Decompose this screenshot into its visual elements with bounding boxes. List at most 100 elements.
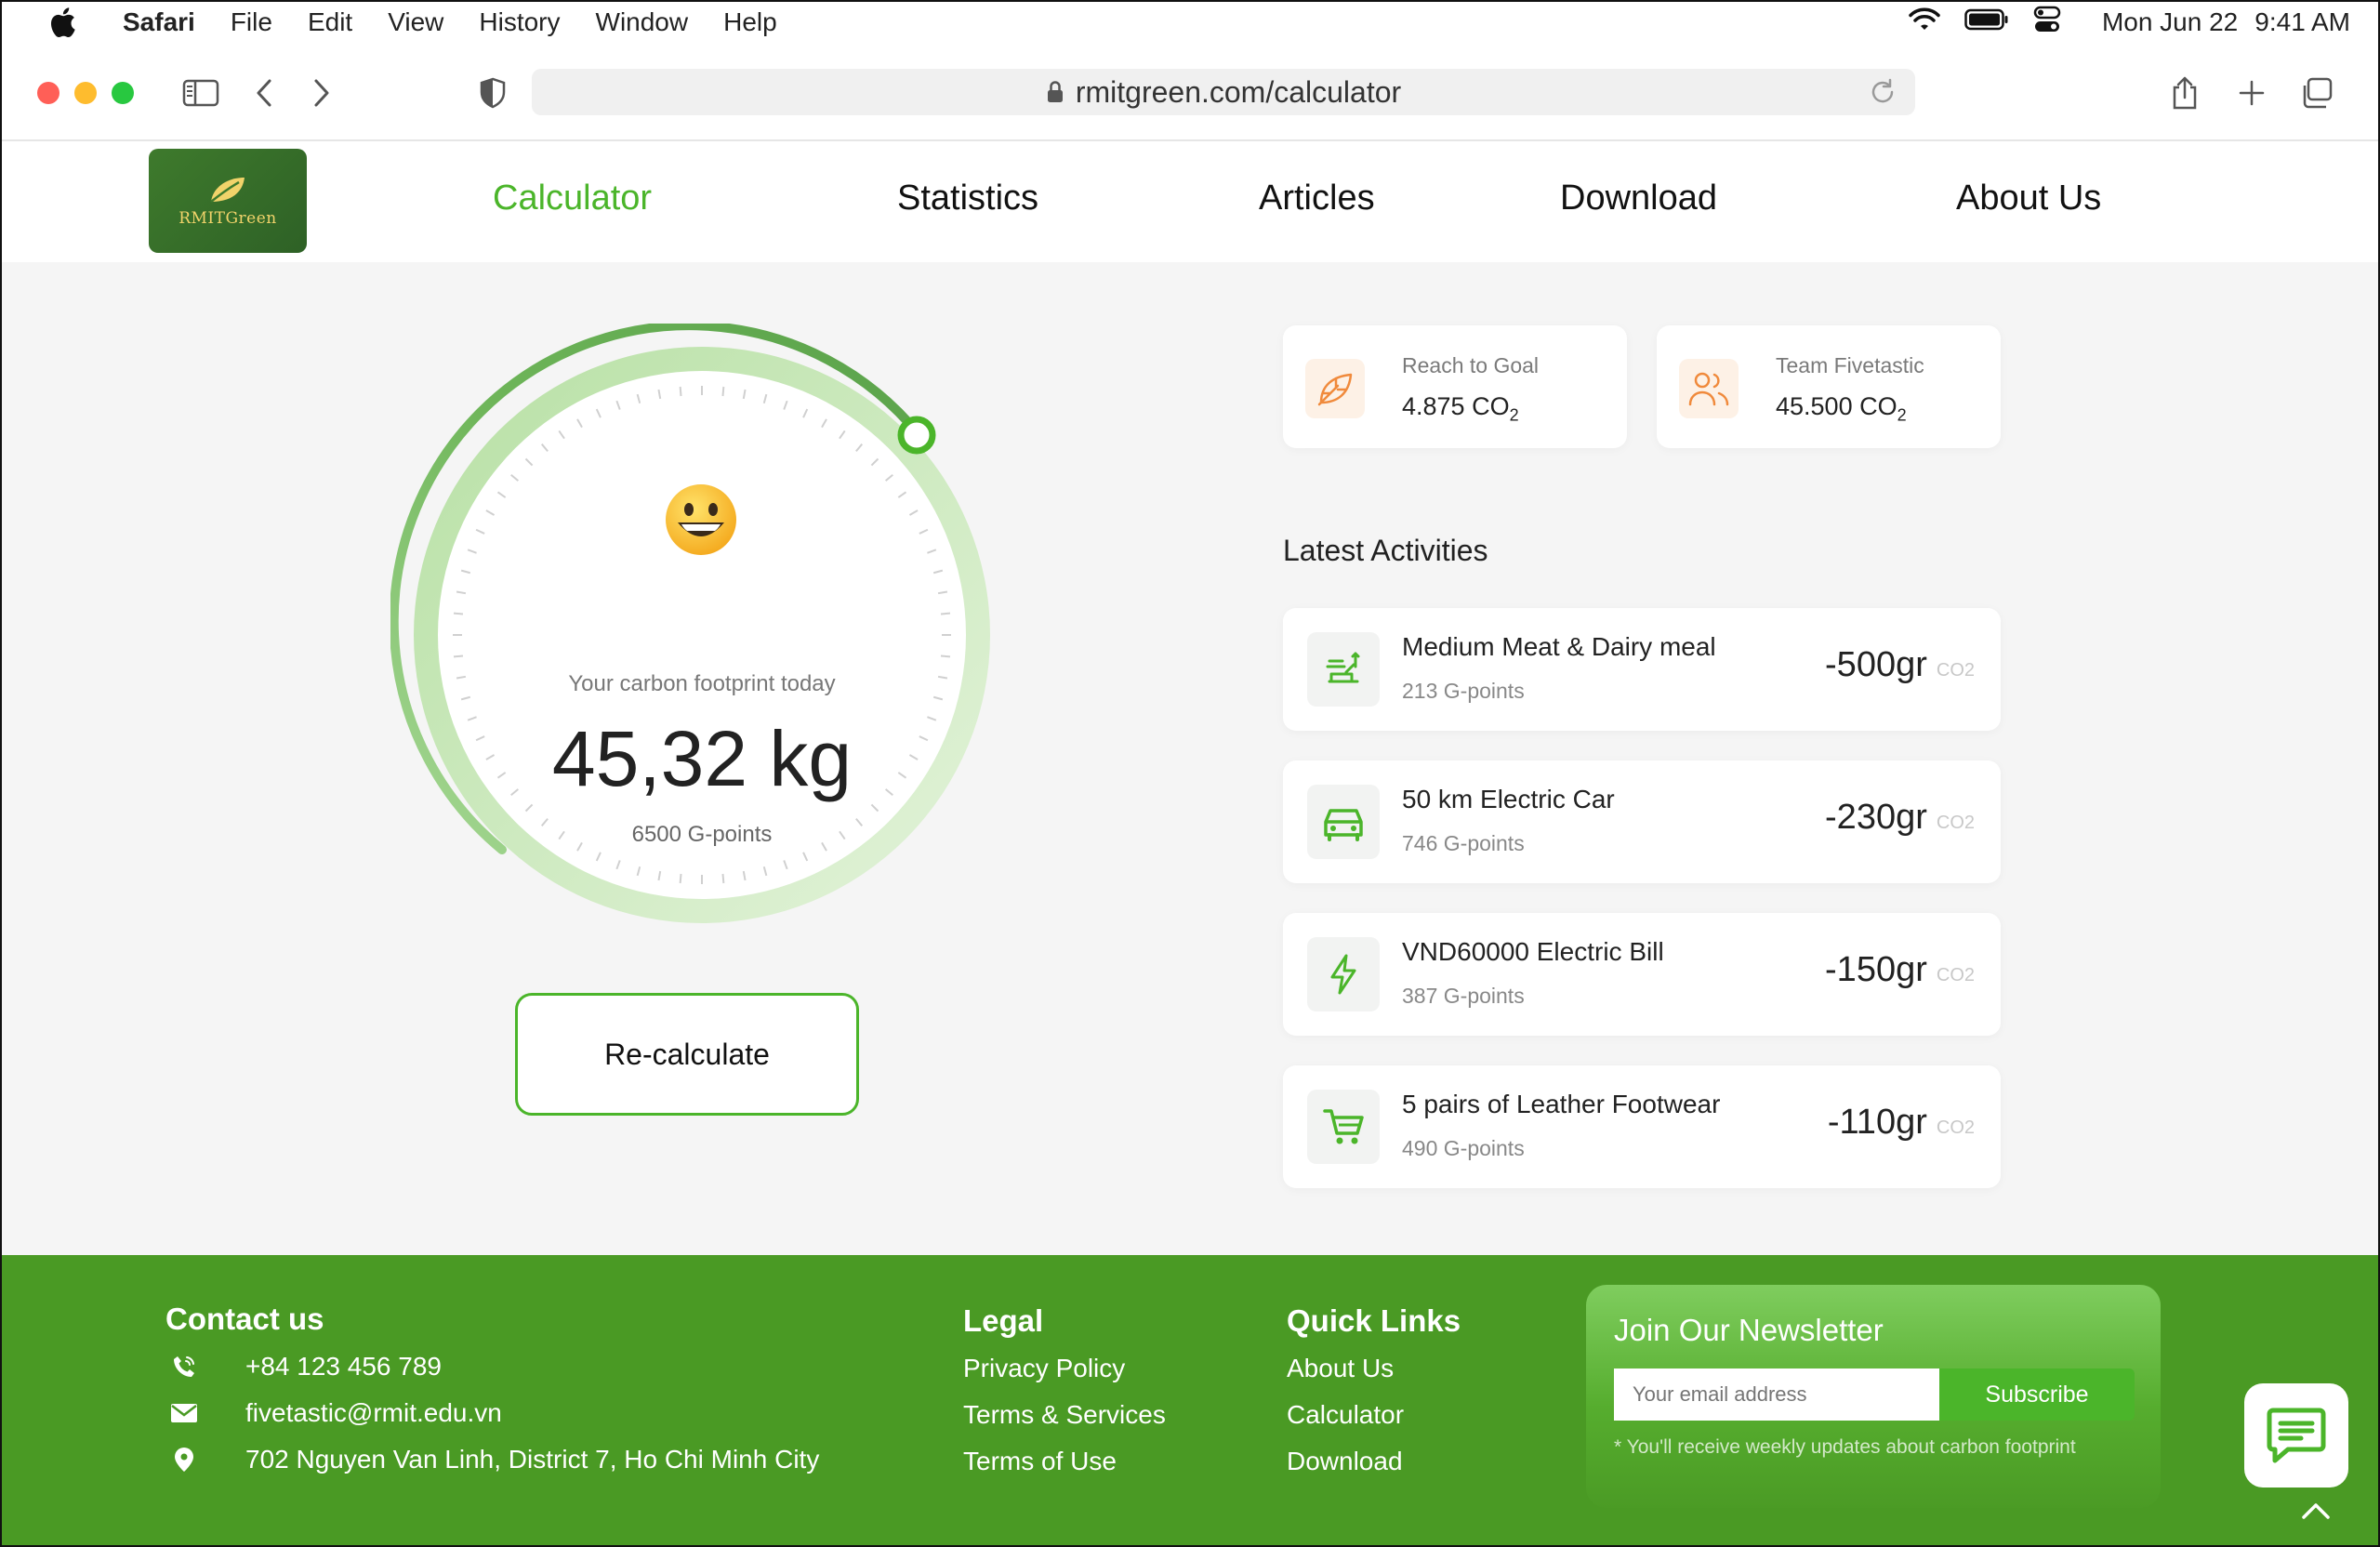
cart-icon	[1307, 1090, 1380, 1164]
activity-amount: -150gr CO2	[1825, 950, 1975, 989]
activity-item[interactable]: VND60000 Electric Bill 387 G-points -150…	[1283, 913, 2001, 1036]
activity-amount: -500gr CO2	[1825, 645, 1975, 684]
share-icon[interactable]	[2164, 73, 2205, 113]
contact-phone[interactable]: +84 123 456 789	[165, 1352, 442, 1382]
control-center-icon[interactable]	[2033, 6, 2061, 40]
menubar-time[interactable]: 9:41 AM	[2254, 7, 2350, 37]
stat-card-team: Team Fivetastic 45.500 CO2	[1657, 325, 2001, 448]
activity-name: VND60000 Electric Bill	[1402, 937, 1664, 966]
rmitgreen-logo[interactable]: RMITGreen	[149, 149, 307, 253]
newsletter-note: * You'll receive weekly updates about ca…	[1614, 1436, 2076, 1458]
minimize-window-button[interactable]	[74, 82, 97, 104]
food-icon	[1307, 632, 1380, 707]
phone-icon	[165, 1355, 203, 1379]
footprint-value: 45,32 kg	[551, 715, 853, 802]
privacy-shield-icon[interactable]	[472, 73, 513, 113]
site-header: RMITGreen Calculator Statistics Articles…	[0, 141, 2380, 262]
stat-value: 45.500 CO2	[1776, 392, 1907, 425]
sidebar-toggle-icon[interactable]	[180, 73, 221, 113]
link-privacy-policy[interactable]: Privacy Policy	[963, 1354, 1125, 1383]
leaf-icon	[1305, 359, 1365, 418]
legal-title: Legal	[963, 1303, 1044, 1338]
apple-icon[interactable]	[48, 7, 86, 38]
activity-item[interactable]: 5 pairs of Leather Footwear 490 G-points…	[1283, 1065, 2001, 1188]
nav-about-us[interactable]: About Us	[1956, 178, 2101, 218]
email-text: fivetastic@rmit.edu.vn	[245, 1398, 502, 1427]
activity-points: 490 G-points	[1402, 1136, 1525, 1160]
lightning-icon	[1307, 937, 1380, 1012]
activity-item[interactable]: Medium Meat & Dairy meal 213 G-points -5…	[1283, 608, 2001, 731]
activity-name: 50 km Electric Car	[1402, 785, 1615, 813]
newsletter-email-input[interactable]	[1614, 1368, 1939, 1421]
smiley-icon	[666, 484, 736, 555]
address-text: 702 Nguyen Van Linh, District 7, Ho Chi …	[245, 1445, 820, 1474]
browser-toolbar: rmitgreen.com/calculator	[0, 45, 2380, 141]
chat-button[interactable]	[2244, 1383, 2348, 1488]
nav-calculator[interactable]: Calculator	[493, 178, 652, 218]
newsletter-title: Join Our Newsletter	[1614, 1313, 1884, 1347]
footprint-summary: Your carbon footprint today 45,32 kg 650…	[390, 324, 1013, 946]
new-tab-icon[interactable]	[2231, 73, 2272, 113]
wifi-icon[interactable]	[1909, 7, 1940, 38]
latest-activities-title: Latest Activities	[1283, 534, 1488, 567]
activity-amount: -110gr CO2	[1827, 1103, 1975, 1142]
nav-download[interactable]: Download	[1560, 178, 1717, 218]
forward-icon[interactable]	[301, 73, 342, 113]
menu-app-safari[interactable]: Safari	[123, 7, 195, 37]
nav-articles[interactable]: Articles	[1259, 178, 1375, 218]
nav-statistics[interactable]: Statistics	[897, 178, 1038, 218]
contact-address: 702 Nguyen Van Linh, District 7, Ho Chi …	[165, 1445, 819, 1474]
contact-title: Contact us	[165, 1302, 324, 1336]
chat-icon	[2267, 1408, 2326, 1463]
phone-text: +84 123 456 789	[245, 1352, 442, 1381]
menu-help[interactable]: Help	[723, 7, 777, 37]
menu-window[interactable]: Window	[596, 7, 689, 37]
contact-email[interactable]: fivetastic@rmit.edu.vn	[165, 1398, 502, 1428]
subscribe-button[interactable]: Subscribe	[1939, 1368, 2135, 1421]
zoom-window-button[interactable]	[112, 82, 134, 104]
activity-points: 387 G-points	[1402, 984, 1525, 1008]
car-icon	[1307, 785, 1380, 859]
link-terms-services[interactable]: Terms & Services	[963, 1400, 1166, 1430]
recalculate-button[interactable]: Re-calculate	[515, 993, 859, 1116]
leaf-logo-icon	[210, 178, 245, 203]
close-window-button[interactable]	[37, 82, 60, 104]
activity-points: 746 G-points	[1402, 831, 1525, 855]
link-about-us[interactable]: About Us	[1287, 1354, 1394, 1383]
location-pin-icon	[165, 1447, 203, 1473]
lock-icon	[1046, 80, 1064, 104]
reload-icon[interactable]	[1867, 76, 1898, 115]
users-icon	[1679, 359, 1739, 418]
battery-icon[interactable]	[1964, 7, 2009, 37]
main-content: Your carbon footprint today 45,32 kg 650…	[0, 262, 2380, 1255]
menu-edit[interactable]: Edit	[308, 7, 352, 37]
window-controls	[37, 82, 134, 104]
link-terms-of-use[interactable]: Terms of Use	[963, 1447, 1117, 1476]
stat-value: 4.875 CO2	[1402, 392, 1519, 425]
newsletter-box: Join Our Newsletter Subscribe * You'll r…	[1586, 1285, 2161, 1508]
footprint-label: Your carbon footprint today	[568, 671, 836, 696]
activity-item[interactable]: 50 km Electric Car 746 G-points -230gr CO…	[1283, 760, 2001, 883]
tab-overview-icon[interactable]	[2296, 73, 2337, 113]
address-bar[interactable]: rmitgreen.com/calculator	[532, 69, 1915, 115]
activity-name: 5 pairs of Leather Footwear	[1402, 1090, 1721, 1118]
stat-label: Reach to Goal	[1402, 353, 1540, 377]
stat-label: Team Fivetastic	[1776, 353, 1924, 377]
footprint-points: 6500 G-points	[631, 822, 773, 847]
menubar-date[interactable]: Mon Jun 22	[2102, 7, 2238, 37]
logo-text: RMITGreen	[178, 209, 277, 228]
activity-amount: -230gr CO2	[1825, 798, 1975, 837]
mail-icon	[165, 1403, 203, 1423]
back-icon[interactable]	[244, 73, 284, 113]
site-footer: Contact us +84 123 456 789 fivetastic@rm…	[0, 1255, 2380, 1547]
menu-view[interactable]: View	[388, 7, 443, 37]
scroll-top-icon[interactable]	[2300, 1501, 2332, 1526]
link-download[interactable]: Download	[1287, 1447, 1403, 1476]
url-text[interactable]: rmitgreen.com/calculator	[1076, 75, 1401, 110]
menu-file[interactable]: File	[231, 7, 272, 37]
stat-card-goal: Reach to Goal 4.875 CO2	[1283, 325, 1627, 448]
menu-history[interactable]: History	[479, 7, 560, 37]
link-calculator[interactable]: Calculator	[1287, 1400, 1404, 1430]
activity-name: Medium Meat & Dairy meal	[1402, 632, 1716, 661]
menu-bar: Safari File Edit View History Window Hel…	[0, 0, 2380, 45]
